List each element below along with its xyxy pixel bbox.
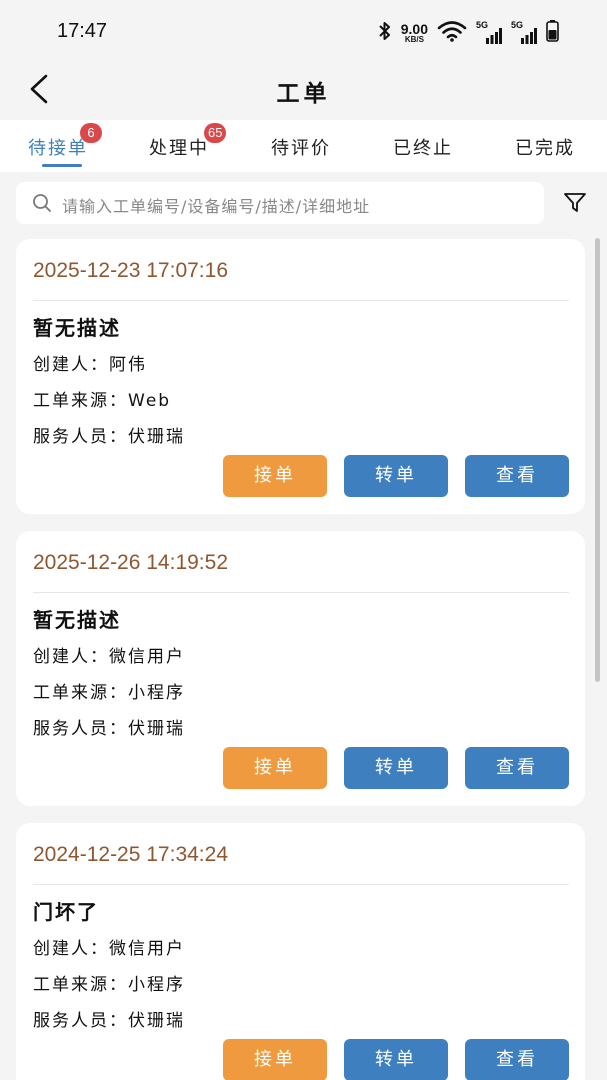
battery-icon: [546, 20, 559, 46]
order-staff: 服务人员：伏珊瑞: [33, 1011, 185, 1031]
accept-order-button[interactable]: 接单: [223, 747, 327, 789]
order-card[interactable]: 2025-12-23 17:07:16 暂无描述 创建人：阿伟 工单来源：Web…: [16, 239, 585, 514]
search-placeholder: 请输入工单编号/设备编号/描述/详细地址: [62, 197, 371, 216]
active-tab-indicator: [42, 164, 82, 167]
order-time: 2025-12-23 17:07:16: [33, 259, 228, 282]
view-order-button[interactable]: 查看: [465, 1039, 569, 1080]
order-card[interactable]: 2024-12-25 17:34:24 门坏了 创建人：微信用户 工单来源：小程…: [16, 823, 585, 1080]
signal-5g-icon: 5G: [476, 20, 502, 44]
search-icon: [32, 193, 52, 217]
status-time: 17:47: [57, 20, 108, 42]
network-speed: 9.00 KB/S: [401, 22, 428, 44]
view-order-button[interactable]: 查看: [465, 747, 569, 789]
accept-order-button[interactable]: 接单: [223, 455, 327, 497]
wifi-icon: [437, 20, 467, 46]
transfer-order-button[interactable]: 转单: [344, 455, 448, 497]
order-description: 暂无描述: [33, 608, 121, 632]
order-creator: 创建人：微信用户: [33, 939, 185, 959]
divider: [33, 300, 569, 301]
accept-order-button[interactable]: 接单: [223, 1039, 327, 1080]
status-icons: 9.00 KB/S 5G 5G: [378, 20, 559, 46]
scrollbar[interactable]: [595, 238, 600, 682]
tab-terminated[interactable]: 已终止: [393, 134, 453, 160]
page-title: 工单: [276, 81, 331, 107]
order-card[interactable]: 2025-12-26 14:19:52 暂无描述 创建人：微信用户 工单来源：小…: [16, 531, 585, 806]
transfer-order-button[interactable]: 转单: [344, 747, 448, 789]
order-source: 工单来源：Web: [33, 391, 172, 411]
order-staff: 服务人员：伏珊瑞: [33, 427, 185, 447]
signal-5g-icon-2: 5G: [511, 20, 537, 44]
transfer-order-button[interactable]: 转单: [344, 1039, 448, 1080]
order-creator: 创建人：阿伟: [33, 355, 147, 375]
order-source: 工单来源：小程序: [33, 683, 185, 703]
tab-pending-accept-badge: 6: [80, 123, 102, 143]
order-description: 暂无描述: [33, 316, 121, 340]
order-creator: 创建人：微信用户: [33, 647, 185, 667]
order-time: 2025-12-26 14:19:52: [33, 551, 228, 574]
divider: [33, 884, 569, 885]
status-tabs: 待接单 6 处理中 65 待评价 已终止 已完成: [0, 120, 607, 172]
order-staff: 服务人员：伏珊瑞: [33, 719, 185, 739]
tab-pending-review[interactable]: 待评价: [271, 134, 331, 160]
tab-completed[interactable]: 已完成: [515, 134, 575, 160]
divider: [33, 592, 569, 593]
tab-pending-accept[interactable]: 待接单: [28, 134, 88, 160]
bluetooth-icon: [378, 21, 392, 45]
order-source: 工单来源：小程序: [33, 975, 185, 995]
tab-processing[interactable]: 处理中: [149, 134, 209, 160]
nav-bar: 工单: [0, 62, 607, 118]
tab-processing-badge: 65: [204, 123, 227, 143]
view-order-button[interactable]: 查看: [465, 455, 569, 497]
network-speed-unit: KB/S: [404, 35, 424, 44]
order-description: 门坏了: [33, 900, 99, 924]
filter-icon[interactable]: [563, 191, 587, 219]
status-bar: 17:47 9.00 KB/S 5G 5G: [0, 0, 607, 62]
search-input[interactable]: 请输入工单编号/设备编号/描述/详细地址: [16, 182, 544, 224]
order-time: 2024-12-25 17:34:24: [33, 843, 228, 866]
network-speed-value: 9.00: [400, 21, 428, 37]
